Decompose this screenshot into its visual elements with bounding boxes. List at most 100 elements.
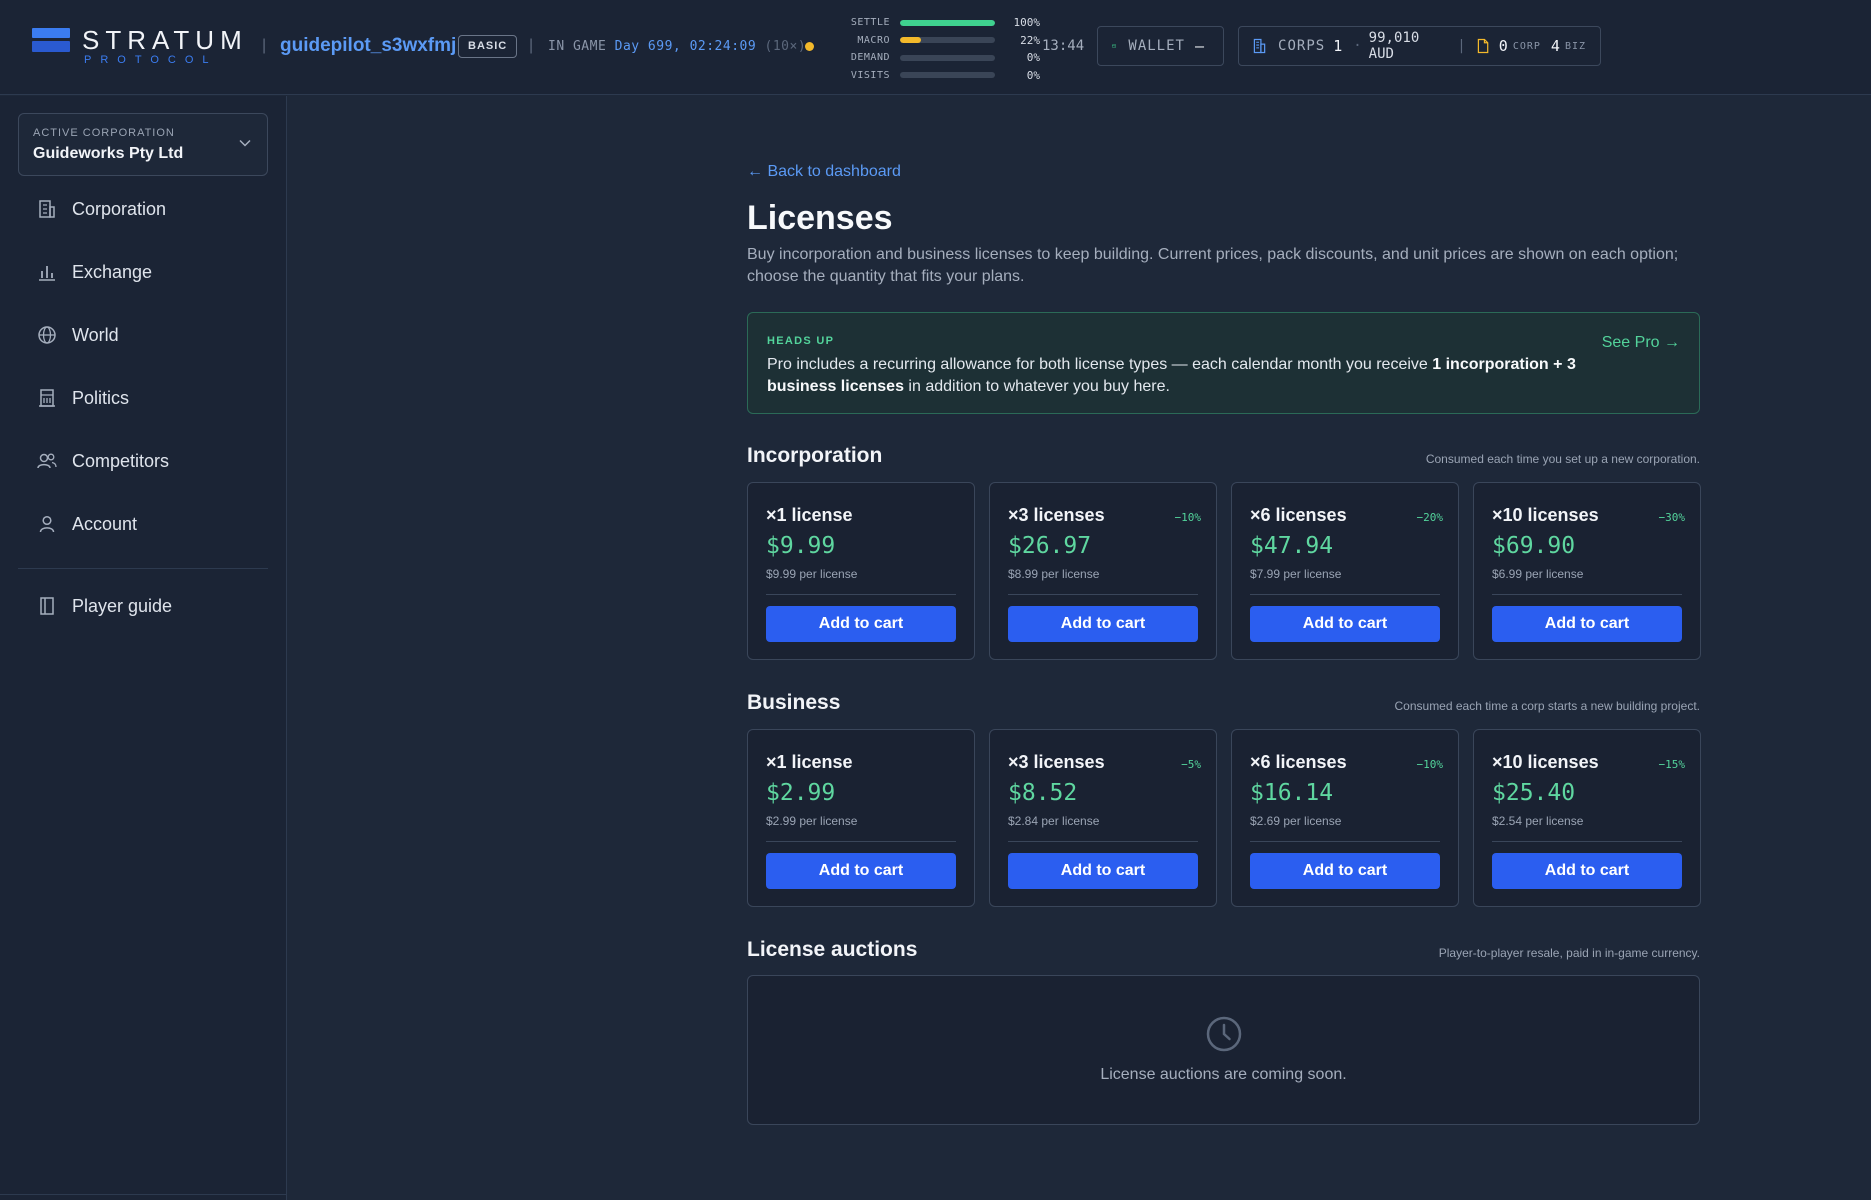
sidebar-item-competitors[interactable]: Competitors [36,441,169,481]
sidebar-item-label: Politics [72,387,130,408]
discount-badge: −15% [1658,758,1686,771]
meter-fill [900,19,995,26]
sidebar-item-corporation[interactable]: Corporation [36,189,166,229]
unit-price: $8.99 per license [1008,567,1100,581]
license-quantity: ×1 license [766,505,853,525]
corps-chip[interactable]: CORPS 1 · 99,010 AUD | 0 CORP 4 BIZ [1238,26,1601,66]
meter-demand: DEMAND 0% [840,49,1040,67]
meter-visits: VISITS 0% [840,67,1040,85]
business-license-card: ×3 licenses −5% $8.52 $2.84 per license Add … [989,729,1217,907]
discount-badge: −10% [1416,758,1444,771]
auctions-panel: License auctions are coming soon. [747,975,1700,1125]
ingame-speed: (10×) [764,39,807,54]
active-corporation-value: Guideworks Pty Ltd [33,145,184,162]
license-price: $47.94 [1250,533,1334,559]
biz-license-count: 4 [1550,37,1561,55]
add-to-cart-button[interactable]: Add to cart [1492,606,1682,642]
license-quantity: ×10 licenses [1492,505,1599,525]
sidebar-item-exchange[interactable]: Exchange [36,252,152,292]
meter-value: 0% [1026,51,1040,65]
sidebar-item-account[interactable]: Account [36,504,137,544]
license-quantity: ×6 licenses [1250,752,1347,772]
add-to-cart-button[interactable]: Add to cart [1250,606,1440,642]
chevron-down-icon [239,139,251,147]
meter-fill [900,37,921,44]
license-quantity: ×1 license [766,752,853,772]
brand-logo[interactable]: STRATUM PROTOCOL [32,27,248,66]
meter-bar [900,37,995,44]
capitol-icon [36,387,58,409]
license-price: $25.40 [1492,780,1576,806]
add-to-cart-button[interactable]: Add to cart [1008,606,1198,642]
card-divider [1250,841,1440,842]
sidebar-item-label: Player guide [72,595,173,616]
add-to-cart-button[interactable]: Add to cart [1250,853,1440,889]
add-to-cart-button[interactable]: Add to cart [766,853,956,889]
card-divider [1492,841,1682,842]
discount-badge: −20% [1416,511,1444,524]
bar-chart-icon [36,261,58,283]
sidebar: ACTIVE CORPORATION Guideworks Pty Ltd Co… [0,96,287,1200]
pro-allowance-notice: HEADS UP Pro includes a recurring allowa… [747,312,1700,414]
sidebar-item-player-guide[interactable]: Player guide [36,586,172,626]
top-bar: STRATUM PROTOCOL | guidepilot_s3wxfmj BA… [0,0,1871,95]
discount-badge: −5% [1181,758,1201,771]
meter-label: VISITS [850,69,890,81]
incorporation-license-card: ×10 licenses −30% $69.90 $6.99 per license A… [1473,482,1701,660]
section-note-incorporation: Consumed each time you set up a new corp… [1425,452,1700,466]
card-divider [1250,594,1440,595]
section-title-auctions: License auctions [747,938,918,961]
corps-label: CORPS [1278,38,1326,54]
sidebar-item-label: Account [72,513,138,534]
meter-bar [900,72,995,79]
biz-license-label: BIZ [1564,40,1586,52]
unit-price: $7.99 per license [1250,567,1342,581]
back-to-dashboard-link[interactable]: ← Back to dashboard [747,163,901,181]
license-price: $16.14 [1250,780,1334,806]
book-icon [36,595,58,617]
sidebar-item-politics[interactable]: Politics [36,378,129,418]
business-license-card: ×10 licenses −15% $25.40 $2.54 per license A… [1473,729,1701,907]
license-price: $8.52 [1008,780,1078,806]
divider: | [1457,38,1467,54]
business-license-card: ×1 license $2.99 $2.99 per license Add to c… [747,729,975,907]
wallet-value: – [1194,37,1205,55]
meter-label: DEMAND [850,52,890,64]
username-link[interactable]: guidepilot_s3wxfmj [280,35,456,57]
meter-label: SETTLE [850,17,890,29]
add-to-cart-button[interactable]: Add to cart [766,606,956,642]
unit-price: $2.84 per license [1008,814,1100,828]
status-meters: SETTLE 100% MACRO 22% DEMAND 0% VISITS 0% [840,14,1040,84]
add-to-cart-button[interactable]: Add to cart [1008,853,1198,889]
discount-badge: −30% [1658,511,1686,524]
add-to-cart-button[interactable]: Add to cart [1492,853,1682,889]
incorporation-license-card: ×1 license $9.99 $9.99 per license Add to c… [747,482,975,660]
document-icon [1477,38,1488,54]
license-price: $69.90 [1492,533,1576,559]
corps-balance: 99,010 AUD [1368,30,1420,62]
meter-label: MACRO [857,34,890,46]
meter-value: 0% [1026,68,1040,82]
real-clock: 13:44 [1042,38,1085,54]
stratum-logo-icon [32,28,70,52]
ingame-label: IN GAME [548,39,607,54]
card-divider [766,841,956,842]
corp-license-label: CORP [1512,40,1541,52]
unit-price: $2.99 per license [766,814,858,828]
sidebar-item-world[interactable]: World [36,315,119,355]
section-note-business: Consumed each time a corp starts a new b… [1394,699,1701,713]
meter-value: 22% [1020,33,1040,47]
building-icon [1253,38,1266,54]
clock-icon [1206,1016,1242,1052]
incorporation-license-card: ×3 licenses −10% $26.97 $8.99 per license Ad… [989,482,1217,660]
unit-price: $2.69 per license [1250,814,1342,828]
wallet-chip[interactable]: WALLET – [1097,26,1224,66]
ingame-time: Day 699, 02:24:09 [614,39,757,54]
card-divider [1008,841,1198,842]
see-pro-link[interactable]: See Pro → [1602,334,1680,352]
unit-price: $2.54 per license [1492,814,1584,828]
card-divider [1008,594,1198,595]
sidebar-item-label: Exchange [72,261,153,282]
active-corporation-select[interactable]: ACTIVE CORPORATION Guideworks Pty Ltd [18,113,268,176]
notice-tag: HEADS UP [767,335,835,347]
